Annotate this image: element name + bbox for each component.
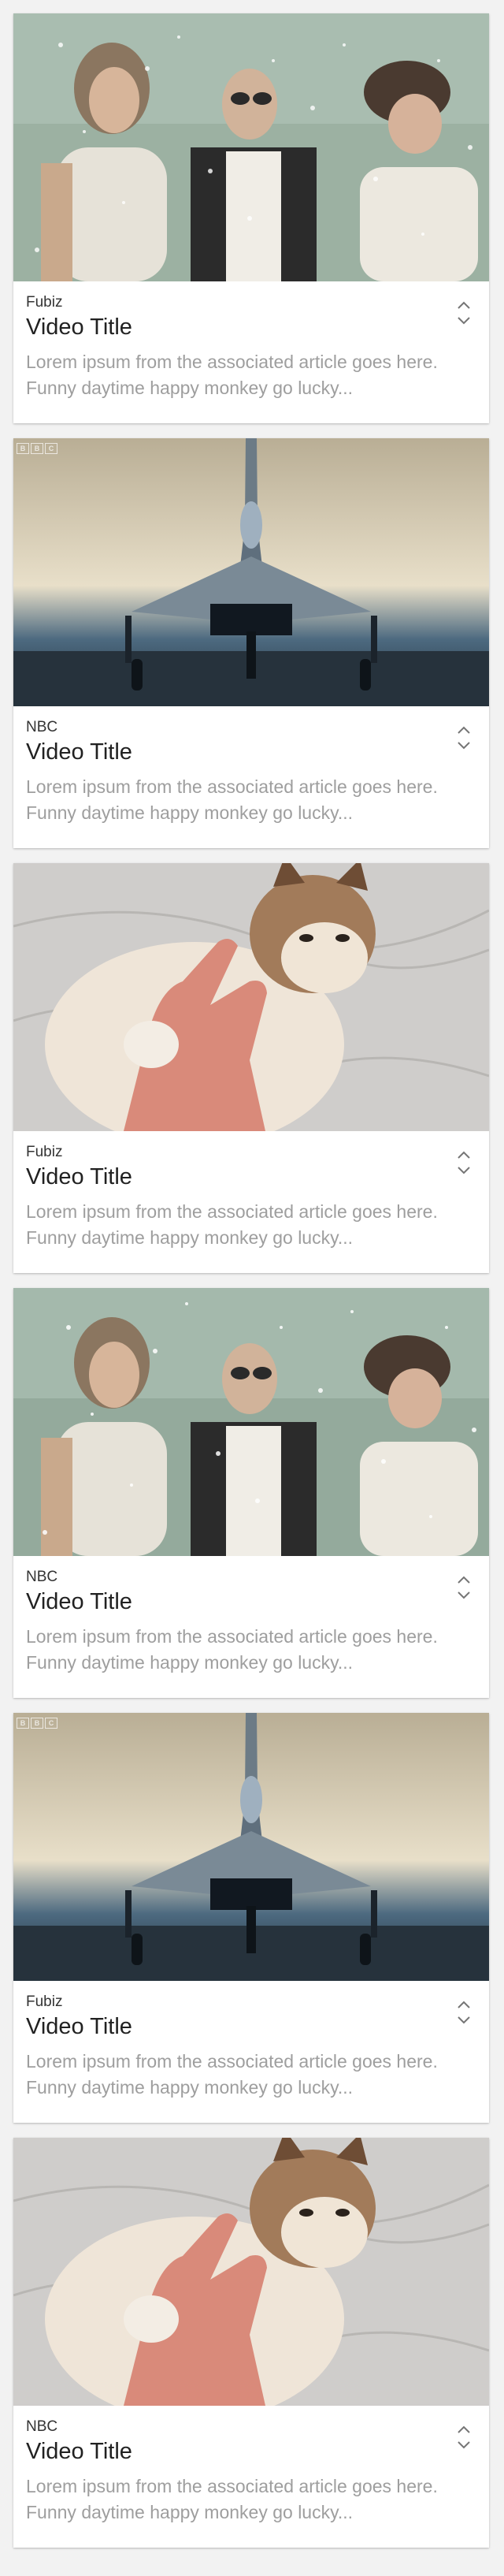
badge-letter: B [31,443,43,454]
card-meta: Fubiz Video Title Lorem ipsum from the a… [13,1981,489,2101]
video-thumbnail-fighter-jet[interactable]: B B C [13,438,489,706]
video-title[interactable]: Video Title [26,2012,445,2041]
badge-letter: B [31,1718,43,1729]
badge-letter: B [17,443,29,454]
badge-letter: B [17,1718,29,1729]
expand-collapse-chevrons-icon[interactable] [450,719,478,757]
video-source: NBC [26,719,58,735]
video-card[interactable]: B B C Fubiz Video Title Lorem ipsum from… [13,1713,489,2123]
card-meta: NBC Video Title Lorem ipsum from the ass… [13,706,489,826]
video-thumbnail-fighter-jet[interactable]: B B C [13,1713,489,1981]
video-title[interactable]: Video Title [26,1163,445,1191]
video-source: Fubiz [26,1144,63,1160]
fighter-jet-image [13,1713,489,1981]
video-thumbnail-grumpy-cat[interactable] [13,2138,489,2406]
video-feed: Fubiz Video Title Lorem ipsum from the a… [0,0,504,2576]
video-source: NBC [26,2418,58,2435]
video-source: NBC [26,1569,58,1585]
video-description: Lorem ipsum from the associated article … [26,776,438,823]
card-meta: Fubiz Video Title Lorem ipsum from the a… [13,1131,489,1251]
grumpy-cat-image [13,863,489,1131]
bbc-badge: B B C [17,443,57,454]
video-card[interactable]: B B C NBC Video Title Lorem ipsum from t… [13,438,489,848]
card-meta: NBC Video Title Lorem ipsum from the ass… [13,2406,489,2526]
video-thumbnail-snowy-trio[interactable] [13,13,489,281]
card-meta: Fubiz Video Title Lorem ipsum from the a… [13,281,489,401]
video-card[interactable]: Fubiz Video Title Lorem ipsum from the a… [13,863,489,1273]
video-title[interactable]: Video Title [26,2437,445,2466]
video-description: Lorem ipsum from the associated article … [26,1626,438,1673]
video-card[interactable]: NBC Video Title Lorem ipsum from the ass… [13,2138,489,2548]
video-description: Lorem ipsum from the associated article … [26,2476,438,2522]
video-thumbnail-grumpy-cat[interactable] [13,863,489,1131]
expand-collapse-chevrons-icon[interactable] [450,1993,478,2031]
video-title[interactable]: Video Title [26,1588,445,1616]
expand-collapse-chevrons-icon[interactable] [450,1569,478,1606]
video-description: Lorem ipsum from the associated article … [26,2051,438,2098]
badge-letter: C [45,1718,57,1729]
bbc-badge: B B C [17,1718,57,1729]
grumpy-cat-image [13,2138,489,2406]
snowy-trio-image [13,13,489,281]
video-source: Fubiz [26,1993,63,2010]
expand-collapse-chevrons-icon[interactable] [450,2418,478,2456]
video-description: Lorem ipsum from the associated article … [26,1201,438,1248]
card-meta: NBC Video Title Lorem ipsum from the ass… [13,1556,489,1676]
video-title[interactable]: Video Title [26,313,445,341]
snowy-trio-image [13,1288,489,1556]
video-description: Lorem ipsum from the associated article … [26,352,438,398]
video-card[interactable]: NBC Video Title Lorem ipsum from the ass… [13,1288,489,1698]
video-title[interactable]: Video Title [26,738,445,766]
expand-collapse-chevrons-icon[interactable] [450,294,478,332]
video-card[interactable]: Fubiz Video Title Lorem ipsum from the a… [13,13,489,423]
video-source: Fubiz [26,294,63,311]
expand-collapse-chevrons-icon[interactable] [450,1144,478,1182]
badge-letter: C [45,443,57,454]
video-thumbnail-snowy-trio[interactable] [13,1288,489,1556]
fighter-jet-image [13,438,489,706]
